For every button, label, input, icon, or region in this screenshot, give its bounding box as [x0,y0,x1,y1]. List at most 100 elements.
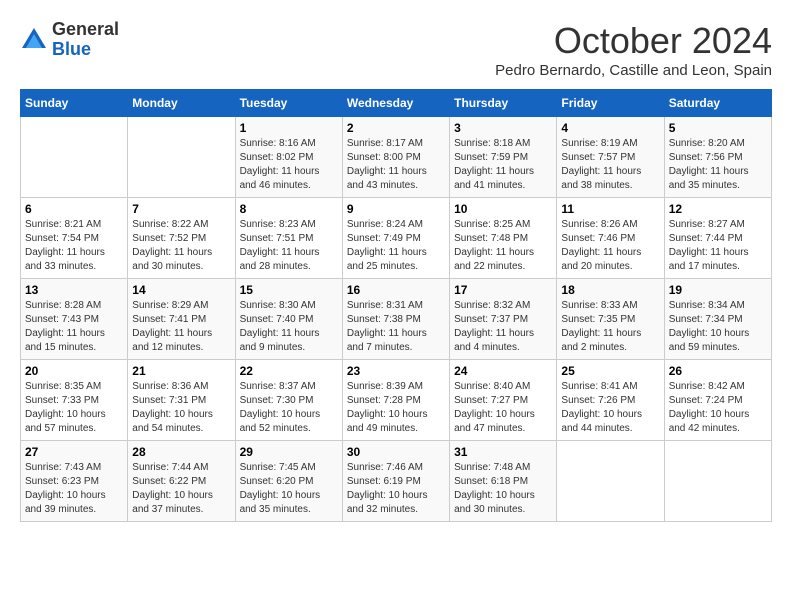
day-number: 8 [240,202,338,216]
logo: General Blue [20,20,119,60]
calendar-cell: 14 Sunrise: 8:29 AM Sunset: 7:41 PM Dayli… [128,279,235,360]
day-info: Sunrise: 8:21 AM Sunset: 7:54 PM Dayligh… [25,218,123,274]
calendar-cell: 17 Sunrise: 8:32 AM Sunset: 7:37 PM Dayli… [450,279,557,360]
day-info: Sunrise: 7:45 AM Sunset: 6:20 PM Dayligh… [240,461,338,517]
day-info: Sunrise: 8:37 AM Sunset: 7:30 PM Dayligh… [240,380,338,436]
day-info: Sunrise: 8:16 AM Sunset: 8:02 PM Dayligh… [240,137,338,193]
day-number: 4 [561,121,659,135]
calendar-cell: 24 Sunrise: 8:40 AM Sunset: 7:27 PM Dayli… [450,360,557,441]
calendar-cell: 10 Sunrise: 8:25 AM Sunset: 7:48 PM Dayli… [450,198,557,279]
day-number: 7 [132,202,230,216]
day-number: 3 [454,121,552,135]
calendar-cell: 27Sunrise: 7:43 AM Sunset: 6:23 PM Dayli… [21,441,128,522]
calendar-week-row: 1 Sunrise: 8:16 AM Sunset: 8:02 PM Daylig… [21,117,772,198]
day-number: 31 [454,445,552,459]
day-number: 22 [240,364,338,378]
day-number: 18 [561,283,659,297]
title-block: October 2024 Pedro Bernardo, Castille an… [495,20,772,79]
month-title: October 2024 [495,20,772,62]
day-number: 11 [561,202,659,216]
calendar-cell: 22 Sunrise: 8:37 AM Sunset: 7:30 PM Dayli… [235,360,342,441]
day-number: 19 [669,283,767,297]
day-number: 2 [347,121,445,135]
day-info: Sunrise: 8:34 AM Sunset: 7:34 PM Dayligh… [669,299,767,355]
day-info: Sunrise: 8:23 AM Sunset: 7:51 PM Dayligh… [240,218,338,274]
calendar-cell: 21 Sunrise: 8:36 AM Sunset: 7:31 PM Dayli… [128,360,235,441]
day-info: Sunrise: 8:36 AM Sunset: 7:31 PM Dayligh… [132,380,230,436]
day-number: 15 [240,283,338,297]
day-info: Sunrise: 8:33 AM Sunset: 7:35 PM Dayligh… [561,299,659,355]
day-info: Sunrise: 7:46 AM Sunset: 6:19 PM Dayligh… [347,461,445,517]
day-info: Sunrise: 7:44 AM Sunset: 6:22 PM Dayligh… [132,461,230,517]
calendar-cell: 9Sunrise: 8:24 AM Sunset: 7:49 PM Daylig… [342,198,449,279]
day-info: Sunrise: 8:18 AM Sunset: 7:59 PM Dayligh… [454,137,552,193]
day-number: 23 [347,364,445,378]
calendar-cell: 15Sunrise: 8:30 AM Sunset: 7:40 PM Dayli… [235,279,342,360]
calendar-cell: 7 Sunrise: 8:22 AM Sunset: 7:52 PM Daylig… [128,198,235,279]
day-number: 30 [347,445,445,459]
calendar-header-monday: Monday [128,90,235,117]
day-info: Sunrise: 7:48 AM Sunset: 6:18 PM Dayligh… [454,461,552,517]
day-number: 20 [25,364,123,378]
calendar-header-tuesday: Tuesday [235,90,342,117]
day-info: Sunrise: 8:35 AM Sunset: 7:33 PM Dayligh… [25,380,123,436]
day-info: Sunrise: 8:26 AM Sunset: 7:46 PM Dayligh… [561,218,659,274]
calendar-cell: 8 Sunrise: 8:23 AM Sunset: 7:51 PM Daylig… [235,198,342,279]
day-info: Sunrise: 8:17 AM Sunset: 8:00 PM Dayligh… [347,137,445,193]
day-number: 5 [669,121,767,135]
day-info: Sunrise: 8:42 AM Sunset: 7:24 PM Dayligh… [669,380,767,436]
day-number: 21 [132,364,230,378]
day-info: Sunrise: 8:31 AM Sunset: 7:38 PM Dayligh… [347,299,445,355]
calendar-cell: 28 Sunrise: 7:44 AM Sunset: 6:22 PM Dayli… [128,441,235,522]
day-info: Sunrise: 8:19 AM Sunset: 7:57 PM Dayligh… [561,137,659,193]
logo-icon [20,26,48,54]
calendar-cell: 31 Sunrise: 7:48 AM Sunset: 6:18 PM Dayli… [450,441,557,522]
day-number: 1 [240,121,338,135]
day-number: 13 [25,283,123,297]
calendar-header-sunday: Sunday [21,90,128,117]
day-info: Sunrise: 8:40 AM Sunset: 7:27 PM Dayligh… [454,380,552,436]
calendar-week-row: 27Sunrise: 7:43 AM Sunset: 6:23 PM Dayli… [21,441,772,522]
logo-text: General Blue [52,20,119,60]
day-info: Sunrise: 8:41 AM Sunset: 7:26 PM Dayligh… [561,380,659,436]
calendar-cell: 13 Sunrise: 8:28 AM Sunset: 7:43 PM Dayli… [21,279,128,360]
calendar-cell: 29 Sunrise: 7:45 AM Sunset: 6:20 PM Dayli… [235,441,342,522]
calendar-week-row: 13 Sunrise: 8:28 AM Sunset: 7:43 PM Dayli… [21,279,772,360]
calendar-cell: 11 Sunrise: 8:26 AM Sunset: 7:46 PM Dayli… [557,198,664,279]
calendar-header-wednesday: Wednesday [342,90,449,117]
day-info: Sunrise: 8:39 AM Sunset: 7:28 PM Dayligh… [347,380,445,436]
calendar-cell [557,441,664,522]
calendar-cell: 25 Sunrise: 8:41 AM Sunset: 7:26 PM Dayli… [557,360,664,441]
day-number: 25 [561,364,659,378]
calendar-cell: 6 Sunrise: 8:21 AM Sunset: 7:54 PM Daylig… [21,198,128,279]
calendar-cell [21,117,128,198]
day-number: 9 [347,202,445,216]
day-number: 6 [25,202,123,216]
calendar-cell: 5 Sunrise: 8:20 AM Sunset: 7:56 PM Daylig… [664,117,771,198]
day-number: 28 [132,445,230,459]
calendar-cell [128,117,235,198]
calendar-cell: 3 Sunrise: 8:18 AM Sunset: 7:59 PM Daylig… [450,117,557,198]
day-info: Sunrise: 8:32 AM Sunset: 7:37 PM Dayligh… [454,299,552,355]
calendar-cell: 18 Sunrise: 8:33 AM Sunset: 7:35 PM Dayli… [557,279,664,360]
calendar-cell [664,441,771,522]
page-header: General Blue October 2024 Pedro Bernardo… [20,20,772,79]
calendar-cell: 1 Sunrise: 8:16 AM Sunset: 8:02 PM Daylig… [235,117,342,198]
logo-blue: Blue [52,40,119,60]
day-info: Sunrise: 8:20 AM Sunset: 7:56 PM Dayligh… [669,137,767,193]
day-number: 24 [454,364,552,378]
day-info: Sunrise: 8:28 AM Sunset: 7:43 PM Dayligh… [25,299,123,355]
calendar-cell: 23 Sunrise: 8:39 AM Sunset: 7:28 PM Dayli… [342,360,449,441]
day-info: Sunrise: 8:22 AM Sunset: 7:52 PM Dayligh… [132,218,230,274]
calendar-cell: 16Sunrise: 8:31 AM Sunset: 7:38 PM Dayli… [342,279,449,360]
day-info: Sunrise: 8:25 AM Sunset: 7:48 PM Dayligh… [454,218,552,274]
day-number: 10 [454,202,552,216]
day-number: 29 [240,445,338,459]
calendar-header-row: SundayMondayTuesdayWednesdayThursdayFrid… [21,90,772,117]
day-number: 26 [669,364,767,378]
day-number: 12 [669,202,767,216]
day-info: Sunrise: 8:29 AM Sunset: 7:41 PM Dayligh… [132,299,230,355]
day-number: 17 [454,283,552,297]
calendar-cell: 19 Sunrise: 8:34 AM Sunset: 7:34 PM Dayli… [664,279,771,360]
day-number: 14 [132,283,230,297]
